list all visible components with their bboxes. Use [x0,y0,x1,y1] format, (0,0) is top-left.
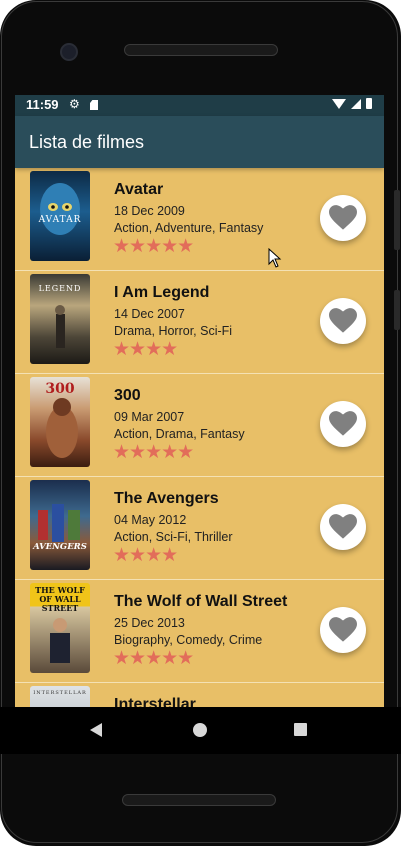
movie-poster[interactable]: THE WOLF OF WALL STREET [30,583,90,673]
movie-title: 300 [114,387,141,404]
rating-stars: ★★★★★ [113,236,194,257]
home-icon[interactable] [193,723,207,737]
settings-icon: ⚙ [69,97,80,111]
favorite-button[interactable] [320,195,366,241]
favorite-button[interactable] [320,298,366,344]
movie-genres: Action, Drama, Fantasy [114,427,245,441]
poster-text: THE WOLF OF WALL STREET [35,585,85,613]
movie-row-300[interactable]: 300 300 09 Mar 2007 Action, Drama, Fanta… [15,374,384,477]
movie-title: The Avengers [114,490,219,507]
movie-row-i-am-legend[interactable]: LEGEND I Am Legend 14 Dec 2007 Drama, Ho… [15,271,384,374]
release-date: 09 Mar 2007 [114,410,185,424]
phone-frame: 11:59 ⚙ Lista de filmes AVATAR Avatar 18… [0,0,401,846]
status-time: 11:59 [26,97,59,112]
back-icon[interactable] [90,723,102,737]
earpiece-speaker [124,44,278,56]
heart-icon [329,411,357,436]
movie-list[interactable]: AVATAR Avatar 18 Dec 2009 Action, Advent… [15,168,384,753]
release-date: 04 May 2012 [114,513,187,527]
sd-card-icon [90,100,98,110]
volume-button[interactable] [394,190,400,250]
movie-genres: Biography, Comedy, Crime [114,633,263,647]
release-date: 18 Dec 2009 [114,204,185,218]
signal-icon [351,98,361,109]
heart-icon [329,514,357,539]
poster-text: AVENGERS [33,542,87,552]
rating-stars: ★★★★ [113,545,178,566]
app-bar: Lista de filmes [15,116,384,168]
movie-title: Avatar [114,181,164,198]
heart-icon [329,308,357,333]
rating-stars: ★★★★★ [113,442,194,463]
bottom-speaker [122,794,276,806]
heart-icon [329,205,357,230]
battery-icon [366,98,372,109]
movie-row-the-wolf-of-wall-street[interactable]: THE WOLF OF WALL STREET The Wolf of Wall… [15,580,384,683]
movie-poster[interactable]: AVENGERS [30,480,90,570]
movie-row-the-avengers[interactable]: AVENGERS The Avengers 04 May 2012 Action… [15,477,384,580]
recent-apps-icon[interactable] [294,723,307,736]
heart-icon [329,617,357,642]
movie-poster[interactable]: AVATAR [30,171,90,261]
status-bar: 11:59 ⚙ [15,95,384,116]
favorite-button[interactable] [320,607,366,653]
movie-title: The Wolf of Wall Street [114,593,288,610]
wifi-icon [332,98,346,109]
movie-genres: Drama, Horror, Sci-Fi [114,324,233,338]
movie-poster[interactable]: LEGEND [30,274,90,364]
mouse-cursor-icon [268,248,282,268]
favorite-button[interactable] [320,401,366,447]
movie-title: I Am Legend [114,284,210,301]
screen: 11:59 ⚙ Lista de filmes AVATAR Avatar 18… [15,95,384,753]
rating-stars: ★★★★★ [113,648,194,669]
favorite-button[interactable] [320,504,366,550]
power-button[interactable] [394,290,400,330]
poster-text: 300 [45,381,75,397]
release-date: 14 Dec 2007 [114,307,185,321]
rating-stars: ★★★★ [113,339,178,360]
front-camera [60,43,78,61]
page-title: Lista de filmes [29,132,145,152]
avengers-heroes-art [38,504,80,542]
movie-genres: Action, Sci-Fi, Thriller [114,530,233,544]
movie-genres: Action, Adventure, Fantasy [114,221,264,235]
navigation-bar [0,707,401,754]
poster-text: LEGEND [38,284,82,293]
poster-text: AVATAR [38,215,82,225]
movie-poster[interactable]: 300 [30,377,90,467]
release-date: 25 Dec 2013 [114,616,185,630]
poster-text: INTERSTELLAR [33,690,87,696]
movie-row-avatar[interactable]: AVATAR Avatar 18 Dec 2009 Action, Advent… [15,168,384,271]
